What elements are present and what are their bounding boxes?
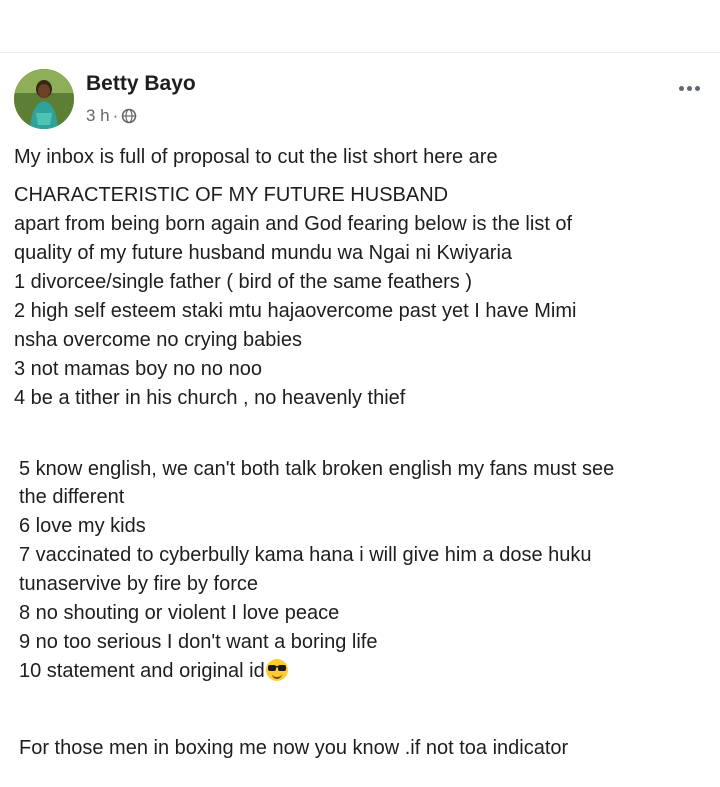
avatar[interactable] [14, 69, 74, 129]
avatar-image [14, 69, 74, 129]
post-text-line: the different [19, 486, 125, 508]
globe-icon[interactable] [121, 108, 137, 124]
post-author-name[interactable]: Betty Bayo [86, 72, 196, 96]
post-text-line: My inbox is full of proposal to cut the … [14, 146, 498, 168]
post-text-line: CHARACTERISTIC OF MY FUTURE HUSBAND [14, 184, 449, 206]
more-dot [695, 86, 700, 91]
post-text-line: 6 love my kids [19, 515, 146, 537]
post-text-line-with-emoji: 10 statement and original id [19, 657, 288, 685]
post-text-line: 7 vaccinated to cyberbully kama hana i w… [19, 544, 592, 566]
post-text-line: 5 know english, we can't both talk broke… [19, 458, 615, 480]
sunglasses-shape [267, 665, 286, 671]
post-text-line: 3 not mamas boy no no noo [14, 358, 262, 380]
top-bar [0, 0, 720, 53]
more-dot [687, 86, 692, 91]
post-text-line: 8 no shouting or violent I love peace [19, 602, 340, 624]
meta-separator: · [112, 106, 119, 125]
sunglasses-emoji-icon [265, 659, 288, 681]
post-closing-line: For those men in boxing me now you know … [19, 737, 569, 759]
post-time[interactable]: 3 h [86, 106, 110, 126]
post-text-line: tunaservive by fire by force [19, 573, 258, 595]
post-text-line: nsha overcome no crying babies [14, 329, 302, 351]
emoji-mouth [271, 673, 282, 679]
more-dot [679, 86, 684, 91]
post-text-line: 1 divorcee/single father ( bird of the s… [14, 271, 473, 293]
post-meta: 3 h · [86, 106, 137, 126]
more-options-icon[interactable] [679, 86, 700, 91]
post-text-line: 9 no too serious I don't want a boring l… [19, 631, 378, 653]
post-text-line: 2 high self esteem staki mtu hajaovercom… [14, 300, 577, 322]
post-text-line: apart from being born again and God fear… [14, 213, 573, 235]
post-text-line: quality of my future husband mundu wa Ng… [14, 242, 513, 264]
post-text-line: 4 be a tither in his church , no heavenl… [14, 387, 406, 409]
post-text: 10 statement and original id [19, 660, 265, 682]
